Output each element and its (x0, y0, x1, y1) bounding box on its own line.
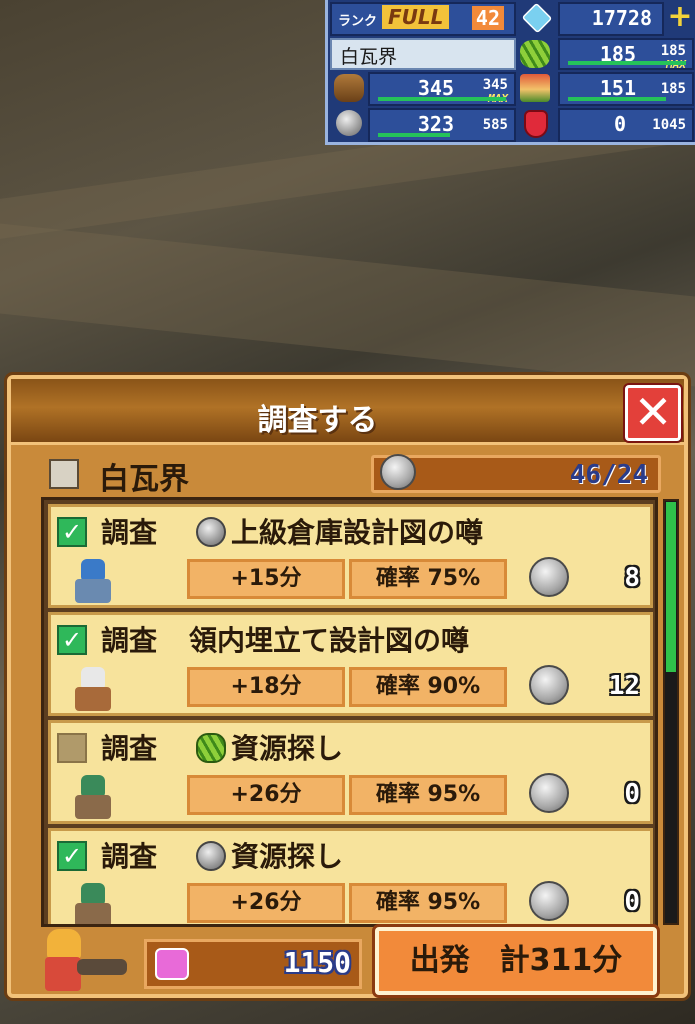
food-cell: 151 185 (558, 72, 694, 106)
researcher-avatar (69, 559, 117, 605)
item-name: 上級倉庫設計図の噂 (231, 516, 484, 549)
coin-stack-icon (529, 557, 569, 597)
probability-pill: 確率 75% (349, 559, 507, 599)
item-name: 領内埋立て設計図の噂 (189, 624, 470, 657)
diamond-icon (521, 2, 553, 34)
location-name: 白瓦界 (340, 46, 398, 68)
leaf-bar (568, 61, 686, 65)
leaf-max-group: 185MAX (661, 44, 686, 72)
rank-label: ランク (338, 14, 378, 29)
status-panel: ランク FULL 42 17728 + 白瓦界 185 185MAX 345 3… (325, 0, 695, 145)
heart-value: 1150 (283, 946, 351, 979)
rank-cell: ランク FULL 42 (330, 2, 516, 36)
coin-stack-icon (529, 665, 569, 705)
heart-box: 1150 (144, 939, 362, 989)
investigation-list[interactable]: ✓ 調査 上級倉庫設計図の噂 +15分 確率 75% 8 ✓ 調査 領内埋立て設… (41, 497, 658, 927)
wood-cell: 345 345MAX (368, 72, 516, 106)
checkbox-checked[interactable]: ✓ (57, 625, 87, 655)
full-badge: FULL (382, 5, 450, 29)
investigate-dialog: 調査する ✕ 白瓦界 46/24 ✓ 調査 上級倉庫設計図の噂 +15分 確率 … (7, 375, 688, 998)
wood-max-group: 345MAX (483, 78, 508, 106)
coin-icon (196, 841, 226, 871)
area-line: 白瓦界 46/24 (11, 451, 684, 497)
item-cost: 0 (624, 887, 640, 917)
time-pill: +18分 (187, 667, 345, 707)
coin-icon (336, 110, 362, 136)
coin-max: 585 (482, 117, 508, 133)
capacity-box: 46/24 (371, 454, 661, 493)
item-command: 調査 (101, 516, 158, 549)
time-pill: +15分 (187, 559, 345, 599)
time-pill: +26分 (187, 883, 345, 923)
leaf-icon (520, 40, 550, 68)
wood-max: 345 (482, 77, 508, 93)
item-cost: 8 (624, 563, 640, 593)
checkbox-checked[interactable]: ✓ (57, 841, 87, 871)
ruby-icon (524, 110, 548, 138)
time-pill: +26分 (187, 775, 345, 815)
item-cost: 0 (624, 779, 640, 809)
rank-value: 42 (471, 6, 504, 30)
checkbox-unchecked[interactable]: ✓ (57, 733, 87, 763)
building-icon (49, 459, 79, 489)
food-max: 185 (660, 81, 686, 97)
dialog-header: 調査する ✕ (11, 379, 684, 445)
item-name: 資源探し (231, 732, 344, 765)
explorer-character (39, 929, 129, 999)
probability-pill: 確率 95% (349, 883, 507, 923)
gem-value: 17728 (591, 6, 652, 30)
item-command: 調査 (101, 732, 158, 765)
background-floor (0, 223, 695, 387)
wood-bar (378, 97, 506, 101)
list-item[interactable]: ✓ 調査 上級倉庫設計図の噂 +15分 確率 75% 8 (48, 504, 653, 608)
coin-stack-icon (529, 773, 569, 813)
list-item[interactable]: ✓ 調査 領内埋立て設計図の噂 +18分 確率 90% 12 (48, 612, 653, 716)
leaf-icon (196, 733, 226, 763)
item-cost: 12 (608, 671, 640, 701)
wood-icon (334, 74, 364, 102)
coin-stack-icon (529, 881, 569, 921)
researcher-avatar (69, 667, 117, 713)
item-command: 調査 (101, 840, 158, 873)
plus-icon[interactable]: + (666, 2, 694, 32)
coin-icon (196, 517, 226, 547)
area-name: 白瓦界 (99, 462, 189, 497)
heart-icon (155, 948, 189, 980)
ruby-cell: 0 1045 (558, 108, 694, 142)
coin-bar (378, 133, 450, 137)
scrollbar-thumb[interactable] (666, 502, 676, 672)
list-scrollbar[interactable] (663, 499, 679, 925)
food-icon (520, 74, 550, 102)
location-cell: 白瓦界 (330, 38, 516, 70)
food-bar (568, 97, 666, 101)
gem-cell: 17728 (558, 2, 664, 36)
list-item[interactable]: ✓ 調査 資源探し +26分 確率 95% 0 (48, 828, 653, 924)
ruby-value: 0 (613, 112, 626, 136)
leaf-max: 185 (660, 43, 686, 59)
close-icon: ✕ (633, 385, 673, 439)
leaf-cell: 185 185MAX (558, 38, 694, 72)
item-command: 調査 (101, 624, 158, 657)
coin-stack-icon (380, 454, 416, 490)
researcher-avatar (69, 883, 117, 924)
ruby-max: 1045 (652, 117, 686, 133)
dialog-title: 調査する (257, 403, 378, 438)
probability-pill: 確率 95% (349, 775, 507, 815)
list-item[interactable]: ✓ 調査 資源探し +26分 確率 95% 0 (48, 720, 653, 824)
probability-pill: 確率 90% (349, 667, 507, 707)
item-name: 資源探し (231, 840, 344, 873)
capacity-value: 46/24 (569, 460, 648, 490)
depart-button[interactable]: 出発 計311分 (375, 927, 657, 995)
coin-cell: 323 585 (368, 108, 516, 142)
researcher-avatar (69, 775, 117, 821)
close-button[interactable]: ✕ (625, 385, 681, 441)
checkbox-checked[interactable]: ✓ (57, 517, 87, 547)
